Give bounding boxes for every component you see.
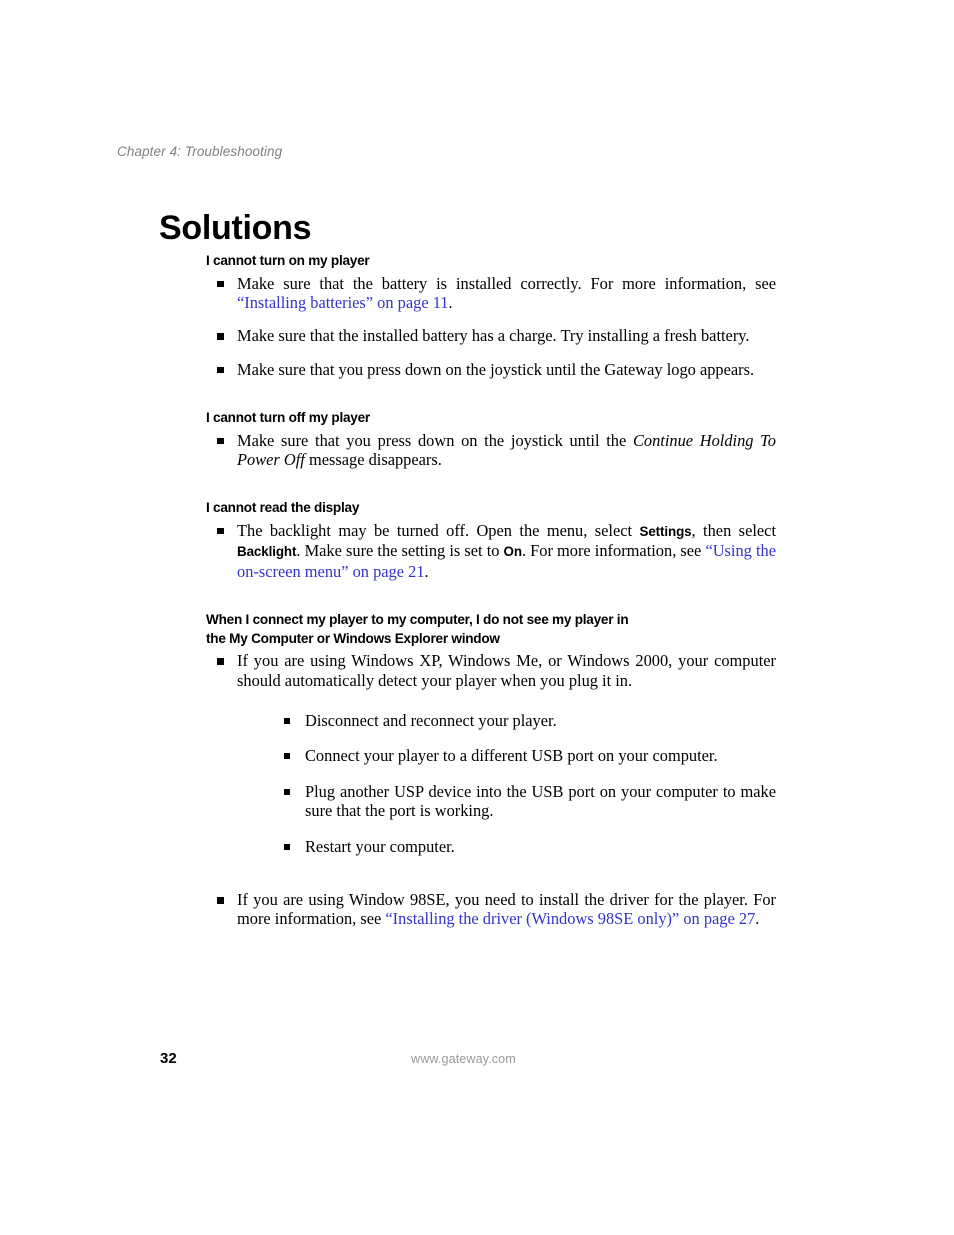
list-item-text: Make sure that you press down on the joy… (237, 359, 755, 379)
list-item: Connect your player to a different USB p… (237, 746, 776, 765)
text-tail: . (448, 292, 453, 312)
list-item: If you are using Windows XP, Windows Me,… (206, 651, 776, 856)
section-heading: I cannot read the display (206, 500, 360, 516)
list-item-text: The backlight may be turned off. Open th… (237, 521, 776, 581)
ui-term-on: On (503, 544, 523, 560)
section-heading: When I connect my player to my computer,… (206, 611, 776, 648)
square-bullet-icon (217, 527, 224, 535)
section-heading: I cannot turn on my player (206, 253, 370, 268)
list-item-text: If you are using Window 98SE, you need t… (237, 890, 776, 929)
list-item: Restart your computer. (237, 837, 776, 856)
square-bullet-icon (284, 788, 290, 795)
text-tail: message disappears. (304, 450, 442, 470)
text-tail: . (755, 909, 760, 929)
square-bullet-icon (217, 333, 224, 340)
list-item-text: Make sure that the installed battery has… (237, 326, 750, 346)
section-cannot-turn-on: I cannot turn on my player Make sure tha… (206, 252, 776, 379)
list-item-text: Make sure that you press down on the joy… (237, 431, 776, 470)
list-item-text: Connect your player to a different USB p… (305, 746, 718, 766)
square-bullet-icon (217, 897, 224, 904)
section-cannot-read-display: I cannot read the display The backlight … (206, 499, 776, 581)
section-heading-line-2: the My Computer or Windows Explorer wind… (206, 630, 500, 646)
text-lead: The backlight may be turned off. Open th… (237, 520, 640, 540)
ui-term-backlight: Backlight (237, 544, 297, 560)
nested-bullet-list: Disconnect and reconnect your player. Co… (237, 711, 776, 856)
square-bullet-icon (217, 658, 224, 665)
ui-term-settings: Settings (639, 523, 692, 539)
list-item-text: Disconnect and reconnect your player. (305, 710, 557, 730)
square-bullet-icon (217, 280, 224, 287)
square-bullet-icon (217, 437, 224, 445)
text-mid: . For more information, see (521, 541, 706, 561)
list-item: Make sure that you press down on the joy… (206, 431, 776, 470)
square-bullet-icon (217, 366, 224, 374)
document-body: I cannot turn on my player Make sure tha… (206, 252, 776, 929)
bullet-list: If you are using Windows XP, Windows Me,… (206, 651, 776, 929)
list-item: The backlight may be turned off. Open th… (206, 521, 776, 581)
list-item: Make sure that the installed battery has… (206, 326, 776, 345)
section-heading-line-1: When I connect my player to my computer,… (206, 612, 629, 628)
cross-reference-link[interactable]: “Installing the driver (Windows 98SE onl… (385, 909, 755, 928)
text-tail: . (424, 561, 429, 581)
list-item-text: Restart your computer. (305, 836, 455, 856)
bullet-list: The backlight may be turned off. Open th… (206, 521, 776, 581)
list-item-text: Make sure that the battery is installed … (237, 274, 776, 313)
section-player-not-visible: When I connect my player to my computer,… (206, 611, 776, 929)
text-mid: , then select (691, 520, 776, 540)
cross-reference-link[interactable]: “Installing batteries” on page 11 (237, 293, 449, 312)
chapter-running-header: Chapter 4: Troubleshooting (117, 144, 283, 159)
list-item-text: If you are using Windows XP, Windows Me,… (237, 651, 776, 690)
text-lead: Make sure that you press down on the joy… (237, 430, 633, 450)
section-cannot-turn-off: I cannot turn off my player Make sure th… (206, 409, 776, 469)
square-bullet-icon (284, 753, 290, 760)
list-item: Make sure that the battery is installed … (206, 274, 776, 313)
section-heading: I cannot turn off my player (206, 410, 370, 426)
bullet-list: Make sure that the battery is installed … (206, 274, 776, 380)
bullet-list: Make sure that you press down on the joy… (206, 431, 776, 470)
list-item: If you are using Window 98SE, you need t… (206, 890, 776, 929)
square-bullet-icon (284, 717, 290, 724)
list-item: Disconnect and reconnect your player. (237, 711, 776, 730)
document-page: Chapter 4: Troubleshooting Solutions I c… (0, 0, 954, 1235)
list-item: Plug another USP device into the USB por… (237, 782, 776, 821)
footer-url: www.gateway.com (411, 1052, 516, 1066)
list-item: Make sure that you press down on the joy… (206, 360, 776, 379)
footer-page-number: 32 (160, 1050, 177, 1067)
text-mid: . Make sure the setting is set to (296, 541, 504, 561)
text-lead: Make sure that the battery is installed … (237, 273, 776, 293)
square-bullet-icon (284, 843, 290, 850)
page-title: Solutions (159, 208, 312, 247)
list-item-text: Plug another USP device into the USB por… (305, 781, 776, 821)
